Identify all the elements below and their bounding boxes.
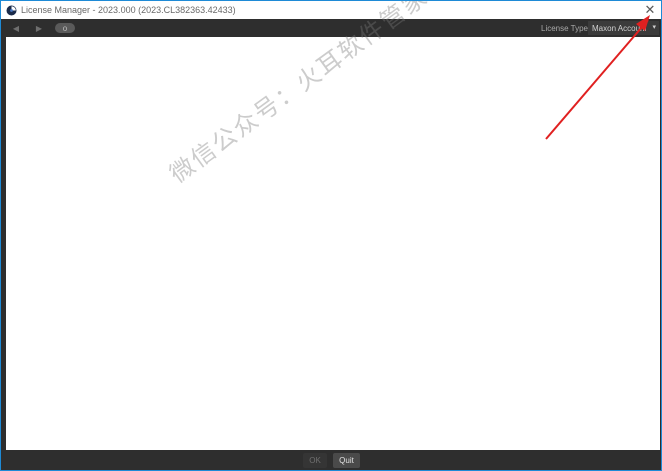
content-right-edge — [660, 37, 661, 450]
back-arrow-icon[interactable]: ◀ — [11, 22, 21, 34]
chevron-down-icon: ▾ — [652, 24, 656, 31]
cinema4d-logo-icon — [6, 5, 17, 16]
forward-arrow-icon[interactable]: ▶ — [34, 22, 44, 34]
quit-button[interactable]: Quit — [333, 453, 360, 468]
ok-button[interactable]: OK — [303, 453, 327, 468]
refresh-button[interactable]: o — [55, 23, 75, 33]
license-manager-window: License Manager - 2023.000 (2023.CL38236… — [0, 0, 662, 471]
window-title: License Manager - 2023.000 (2023.CL38236… — [21, 5, 236, 15]
license-type-label: License Type — [541, 24, 588, 33]
toolbar: ◀ ▶ o License Type Maxon Account ▾ — [1, 19, 661, 37]
footer-bar: OK Quit — [1, 450, 661, 470]
close-icon[interactable]: ✕ — [639, 1, 661, 19]
title-bar: License Manager - 2023.000 (2023.CL38236… — [1, 1, 661, 19]
license-type-value: Maxon Account — [592, 24, 646, 33]
content-area — [6, 37, 660, 450]
license-type-dropdown[interactable]: Maxon Account ▾ — [588, 21, 659, 35]
